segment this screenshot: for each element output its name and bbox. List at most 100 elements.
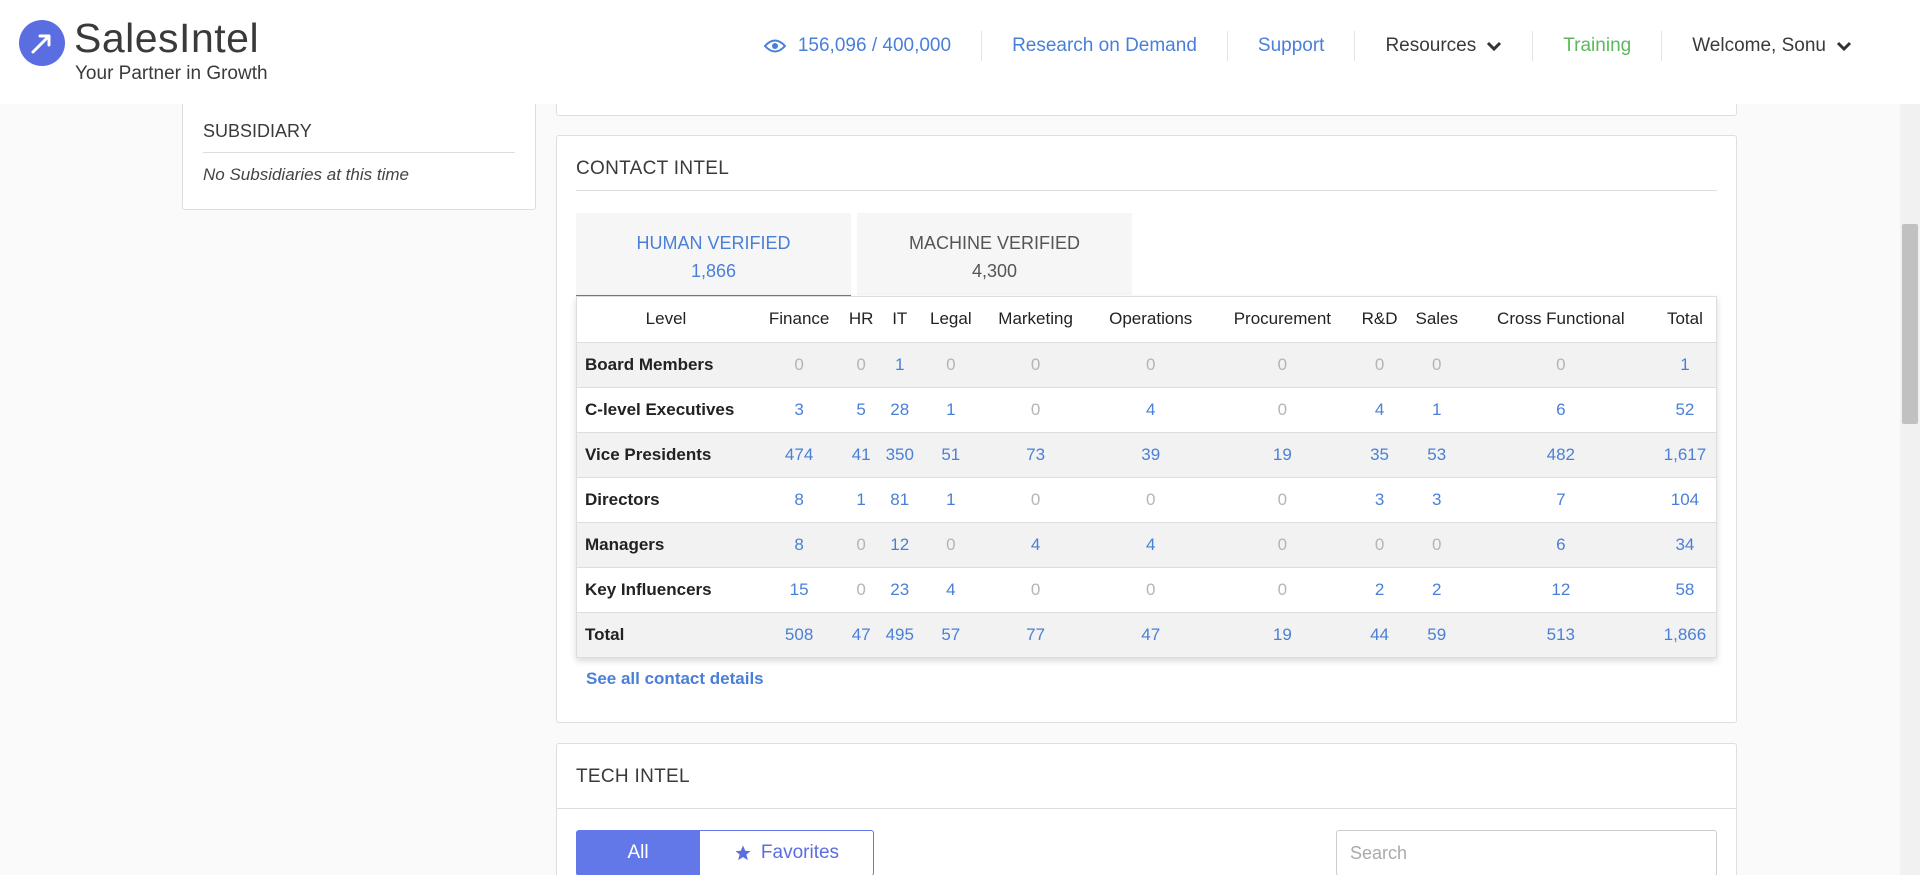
table-cell[interactable]: 57 [920,611,982,657]
table-cell[interactable]: 8 [755,476,844,522]
table-cell[interactable]: 495 [879,611,921,657]
column-header: Operations [1090,297,1212,343]
table-cell[interactable]: 77 [981,611,1091,657]
contact-intel-title: CONTACT INTEL [576,158,730,179]
table-cell[interactable]: 3 [1353,476,1406,522]
row-label: Board Members [577,341,755,387]
table-cell[interactable]: 4 [920,566,982,612]
table-cell[interactable]: 7 [1467,476,1654,522]
table-cell[interactable]: 1 [879,341,921,387]
subsidiary-card: SUBSIDIARY No Subsidiaries at this time [182,96,536,210]
table-cell[interactable]: 12 [1467,566,1654,612]
scrollbar-thumb[interactable] [1902,224,1918,424]
column-header: Cross Functional [1467,297,1654,343]
table-cell[interactable]: 23 [879,566,921,612]
table-cell[interactable]: 8 [755,521,844,567]
table-row: Directors 8 1 81 1 0 0 0 3 3 7 104 [577,476,1716,522]
table-cell[interactable]: 513 [1467,611,1654,657]
see-all-contacts-link[interactable]: See all contact details [586,669,764,689]
table-cell[interactable]: 47 [843,611,880,657]
table-cell[interactable]: 35 [1353,431,1406,477]
table-cell[interactable]: 2 [1405,566,1468,612]
table-cell[interactable]: 73 [981,431,1091,477]
table-cell: 0 [1467,341,1654,387]
table-cell[interactable]: 4 [1353,386,1406,432]
tab-machine-count: 4,300 [971,261,1018,281]
table-cell[interactable]: 104 [1653,476,1716,522]
table-cell[interactable]: 39 [1090,431,1212,477]
table-cell[interactable]: 5 [843,386,880,432]
table-cell: 0 [755,341,844,387]
table-cell: 0 [920,521,982,567]
table-cell[interactable]: 350 [879,431,921,477]
table-cell: 0 [1405,341,1468,387]
table-cell[interactable]: 1 [1405,386,1468,432]
table-cell[interactable]: 3 [1405,476,1468,522]
table-cell[interactable]: 4 [981,521,1091,567]
table-cell[interactable]: 2 [1353,566,1406,612]
credits-counter[interactable]: 156,096 / 400,000 [734,31,981,61]
table-cell[interactable]: 474 [755,431,844,477]
page-scrollbar[interactable] [1900,104,1920,875]
table-cell[interactable]: 15 [755,566,844,612]
table-cell[interactable]: 1 [920,476,982,522]
favorites-button[interactable]: Favorites [700,830,874,875]
table-cell[interactable]: 34 [1653,521,1716,567]
table-cell: 0 [981,341,1091,387]
column-header: IT [879,297,921,343]
favorites-label: Favorites [760,842,840,863]
table-cell[interactable]: 4 [1090,386,1212,432]
table-cell[interactable]: 19 [1211,431,1354,477]
table-cell[interactable]: 1,617 [1653,431,1716,477]
table-cell[interactable]: 508 [755,611,844,657]
tab-human-verified[interactable]: HUMAN VERIFIED 1,866 [576,213,851,297]
column-header: Finance [755,297,844,343]
support-link[interactable]: Support [1226,31,1355,61]
column-header: HR [843,297,880,343]
tech-intel-title: TECH INTEL [576,766,690,787]
table-cell[interactable]: 1 [843,476,880,522]
table-cell[interactable]: 44 [1353,611,1406,657]
table-cell[interactable]: 41 [843,431,880,477]
contact-table-container: Level Finance HR IT Legal Marketing Operations… [576,296,1717,658]
table-cell: 0 [1211,566,1354,612]
table-cell[interactable]: 19 [1211,611,1354,657]
user-menu[interactable]: Welcome, Sonu [1661,31,1920,61]
table-cell[interactable]: 1 [920,386,982,432]
tab-machine-verified[interactable]: MACHINE VERIFIED 4,300 [857,213,1132,295]
training-link[interactable]: Training [1532,31,1661,61]
table-cell[interactable]: 6 [1467,386,1654,432]
table-cell[interactable]: 4 [1090,521,1212,567]
row-label: Vice Presidents [577,431,755,477]
table-cell[interactable]: 12 [879,521,921,567]
table-cell: 0 [843,521,880,567]
table-cell[interactable]: 59 [1405,611,1468,657]
table-cell[interactable]: 58 [1653,566,1716,612]
column-header: Legal [920,297,982,343]
table-cell[interactable]: 51 [920,431,982,477]
table-cell[interactable]: 1 [1653,341,1716,387]
table-cell: 0 [1090,341,1212,387]
brand-name[interactable]: SalesIntel [74,18,259,59]
subsidiary-empty-message: No Subsidiaries at this time [203,165,409,184]
logo-icon[interactable] [19,20,65,66]
table-cell[interactable]: 3 [755,386,844,432]
table-cell[interactable]: 482 [1467,431,1654,477]
filter-toggle-group: All Favorites [576,830,874,875]
all-button[interactable]: All [576,830,700,875]
table-cell: 0 [843,566,880,612]
resources-menu[interactable]: Resources [1354,31,1532,61]
table-cell[interactable]: 1,866 [1653,611,1716,657]
table-cell[interactable]: 6 [1467,521,1654,567]
research-on-demand-link[interactable]: Research on Demand [981,31,1227,61]
row-label: Managers [577,521,755,567]
table-cell[interactable]: 81 [879,476,921,522]
tech-search-input[interactable] [1336,830,1717,875]
table-cell[interactable]: 47 [1090,611,1212,657]
table-cell[interactable]: 52 [1653,386,1716,432]
table-cell[interactable]: 53 [1405,431,1468,477]
table-cell: 0 [981,476,1091,522]
chevron-down-icon [1836,41,1852,51]
table-cell[interactable]: 28 [879,386,921,432]
table-cell: 0 [843,341,880,387]
